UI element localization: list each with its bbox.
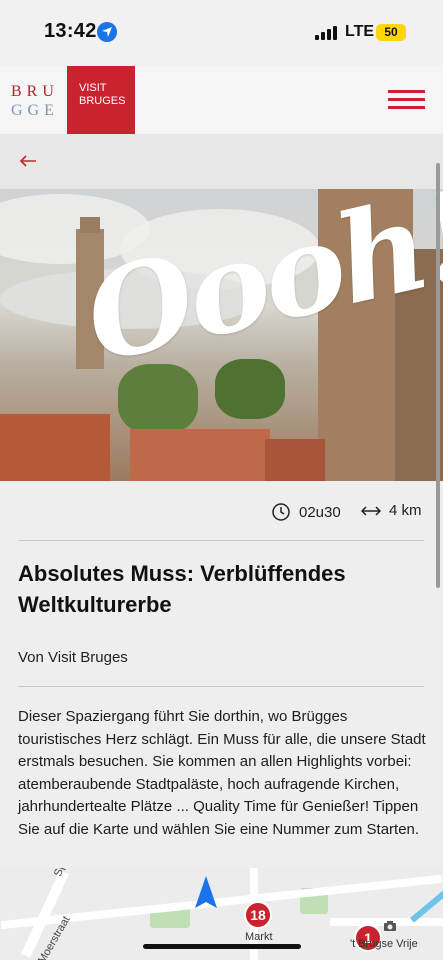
marker-label: Markt (245, 931, 273, 943)
distance-info: 4 km (361, 502, 422, 519)
author-label: Von Visit Bruges (18, 649, 128, 666)
menu-hamburger-icon[interactable] (388, 90, 425, 110)
route-description: Dieser Spaziergang führt Sie dorthin, wo… (18, 708, 426, 838)
status-bar: 13:42 LTE 50 (0, 0, 443, 66)
battery-icon: 50 (376, 24, 406, 41)
camera-icon (384, 921, 396, 931)
back-bar (0, 134, 443, 189)
bruges-logo[interactable]: BRU GGE (11, 82, 59, 120)
page-title: Absolutes Muss: Verblüffendes Weltkultur… (18, 561, 346, 617)
network-label: LTE (345, 23, 375, 40)
clock-icon (272, 503, 290, 521)
home-indicator[interactable] (143, 944, 301, 949)
visit-bruges-logo-text: VISIT BRUGES (79, 82, 126, 107)
site-header: BRU GGE VISIT BRUGES (0, 66, 443, 134)
visit-bruges-logo[interactable]: VISIT BRUGES (67, 66, 135, 134)
marker-label: 't Brugse Vrije (350, 938, 418, 950)
scrollbar[interactable] (436, 163, 440, 588)
duration-info: 02u30 (271, 502, 341, 522)
map-marker[interactable]: 18 (244, 901, 272, 929)
distance-arrows-icon (361, 505, 381, 516)
back-arrow-icon[interactable] (18, 151, 38, 171)
route-meta: 02u30 4 km (0, 481, 443, 539)
hero-image: Oooh! (0, 189, 443, 481)
divider (18, 540, 424, 541)
logo-line-1: BRU (11, 83, 59, 100)
navigation-arrow-icon (195, 876, 217, 908)
duration-value: 02u30 (299, 503, 341, 521)
distance-value: 4 km (389, 502, 422, 519)
divider (18, 686, 424, 687)
status-time: 13:42 (44, 20, 97, 42)
logo-line-2: GGE (11, 102, 59, 119)
location-arrow-icon (97, 22, 117, 42)
signal-icon (315, 26, 337, 40)
